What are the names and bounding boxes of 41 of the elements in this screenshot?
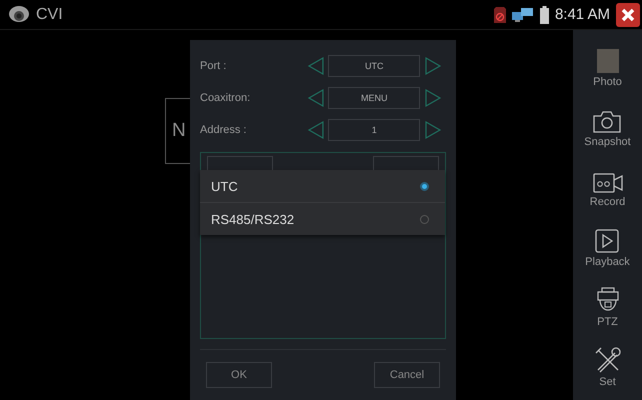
close-icon: [621, 8, 635, 22]
menu-option[interactable]: UTC: [200, 170, 445, 203]
right-arrow-icon[interactable]: [424, 89, 442, 108]
dialog-button[interactable]: OK: [206, 362, 272, 388]
clock-time: 8:41 AM: [554, 6, 610, 23]
photo-placeholder: [596, 49, 618, 73]
left-arrow-icon[interactable]: [306, 89, 324, 108]
radio-button[interactable]: [420, 214, 429, 224]
sidebar-item[interactable]: Set: [594, 334, 620, 388]
left-arrow-icon[interactable]: [306, 57, 324, 76]
field-label: Address :: [200, 124, 248, 136]
radio-button[interactable]: [420, 182, 429, 190]
video-camera-icon: [592, 173, 622, 193]
sidebar-item[interactable]: Photo: [593, 34, 622, 88]
left-arrow-icon[interactable]: [306, 121, 324, 140]
menu-option[interactable]: RS485/RS232: [200, 203, 445, 235]
play-icon: [595, 229, 620, 253]
sidebar-item[interactable]: PTZ: [596, 274, 620, 328]
value-field[interactable]: MENU: [328, 87, 420, 110]
close-button[interactable]: [616, 2, 640, 26]
value-field[interactable]: 1: [328, 119, 420, 142]
option-label: UTC: [211, 178, 238, 194]
dialog-button[interactable]: Cancel: [374, 362, 440, 388]
option-label: RS485/RS232: [211, 212, 294, 226]
no-signal-message: N: [172, 120, 186, 142]
sd-card-icon: [494, 6, 506, 22]
app-title: CVI: [36, 6, 63, 24]
camera-icon: [593, 111, 622, 133]
right-arrow-icon[interactable]: [424, 121, 442, 140]
sidebar-item[interactable]: Playback: [585, 214, 630, 268]
field-label: Coaxitron:: [200, 92, 252, 104]
value-field[interactable]: UTC: [328, 55, 420, 78]
dome-camera-icon: [596, 287, 620, 313]
sidebar-item[interactable]: Record: [590, 154, 626, 208]
camera-icon: [8, 4, 30, 24]
battery-icon: [540, 6, 549, 24]
right-arrow-icon[interactable]: [424, 57, 442, 76]
sidebar-item[interactable]: Snapshot: [584, 94, 631, 148]
network-icon: [512, 6, 534, 22]
tools-icon: [594, 347, 620, 373]
field-label: Port :: [200, 60, 228, 72]
